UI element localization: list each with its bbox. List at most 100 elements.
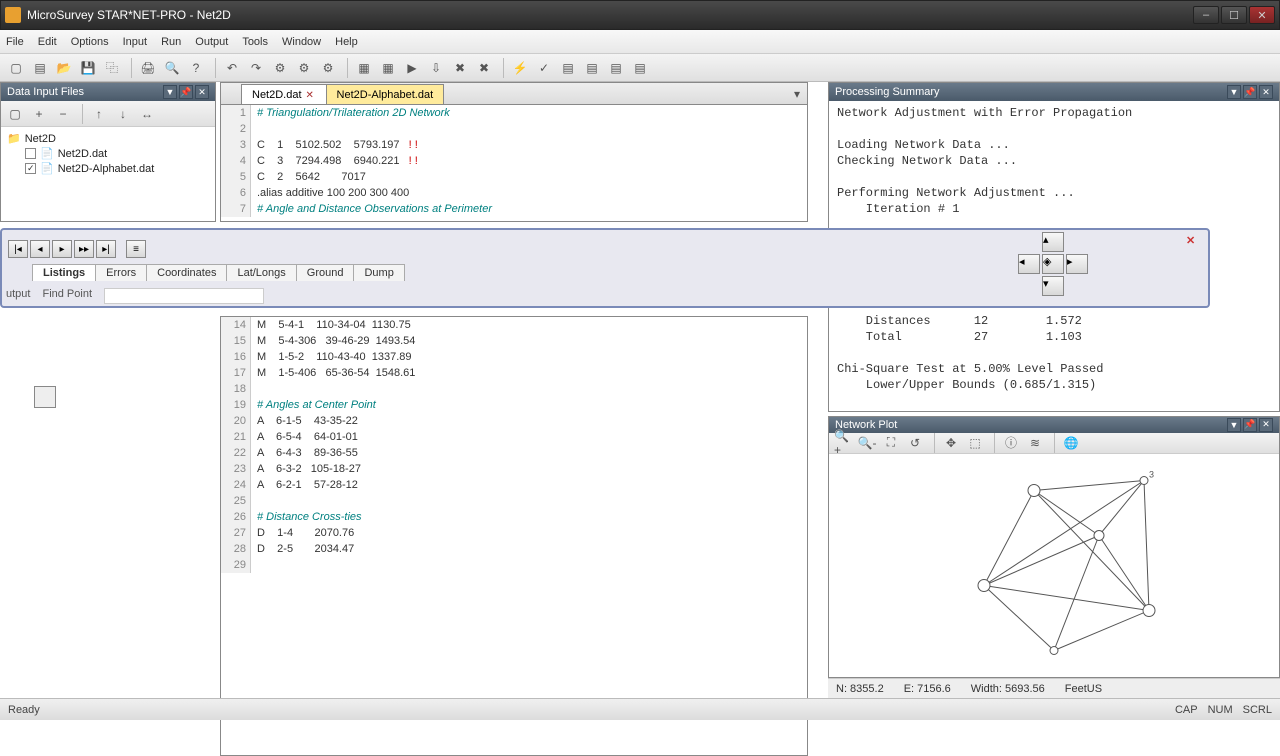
nav-up-icon[interactable]: ▴ (1042, 232, 1064, 252)
copy-icon[interactable]: ⿻ (102, 58, 122, 78)
netplot-menu-icon[interactable]: ▼ (1227, 418, 1241, 432)
help-icon[interactable]: ? (186, 58, 206, 78)
zoom-out-icon[interactable]: 🔍- (857, 433, 877, 453)
dif-up-icon[interactable]: ↑ (89, 104, 109, 124)
dif-del-icon[interactable]: − (53, 104, 73, 124)
net-icon[interactable]: ▦ (354, 58, 374, 78)
file-tree[interactable]: 📁Net2D 📄Net2D.dat📄Net2D-Alphabet.dat (1, 127, 215, 180)
panel-menu-icon[interactable]: ▼ (163, 85, 177, 99)
tool2-icon[interactable]: ⚙ (294, 58, 314, 78)
cancel-icon[interactable]: ✖ (450, 58, 470, 78)
netplot-pin-icon[interactable]: 📌 (1243, 418, 1257, 432)
menu-edit[interactable]: Edit (38, 36, 57, 48)
lower-tab-latlongs[interactable]: Lat/Longs (226, 264, 296, 281)
lower-tab-errors[interactable]: Errors (95, 264, 147, 281)
open-icon[interactable]: 📂 (54, 58, 74, 78)
new2-icon[interactable]: ▤ (30, 58, 50, 78)
undo-icon[interactable]: ↶ (222, 58, 242, 78)
summary-pin-icon[interactable]: 📌 (1243, 85, 1257, 99)
zoom-prev-icon[interactable]: ↺ (905, 433, 925, 453)
tabs-dropdown-icon[interactable]: ▾ (787, 84, 807, 104)
tool-icon[interactable]: ⚙ (270, 58, 290, 78)
maximize-button[interactable]: ☐ (1221, 6, 1247, 24)
run-icon[interactable]: ▶ (402, 58, 422, 78)
floating-output-window[interactable]: ▴ ◂◈▸ ▾ ✕ |◂ ◂ ▸ ▸▸ ▸| ≡ ListingsErrorsC… (0, 228, 1210, 308)
lower-tab-dump[interactable]: Dump (353, 264, 404, 281)
find-point-label: Find Point (42, 288, 92, 304)
netplot-close-icon[interactable]: ✕ (1259, 418, 1273, 432)
tab-close-icon[interactable]: ✕ (306, 90, 316, 100)
menu-window[interactable]: Window (282, 36, 321, 48)
dif-new-icon[interactable]: ▢ (5, 104, 25, 124)
check-icon[interactable]: ✓ (534, 58, 554, 78)
zoom-in-icon[interactable]: 🔍+ (833, 433, 853, 453)
tab-alphabet[interactable]: Net2D-Alphabet.dat (326, 84, 445, 104)
bolt-icon[interactable]: ⚡ (510, 58, 530, 78)
status-u: FeetUS (1065, 683, 1102, 695)
find-point-input[interactable] (104, 288, 264, 304)
step-back-icon[interactable]: ◂ (30, 240, 50, 258)
select-icon[interactable]: ⬚ (965, 433, 985, 453)
lower-tab-listings[interactable]: Listings (32, 264, 96, 281)
zoom-fit-icon[interactable]: ⛶ (881, 433, 901, 453)
net2-icon[interactable]: ▦ (378, 58, 398, 78)
float-close-icon[interactable]: ✕ (1186, 234, 1202, 250)
summary-close-icon[interactable]: ✕ (1259, 85, 1273, 99)
layer-icon[interactable]: ≋ (1025, 433, 1045, 453)
export-icon[interactable]: ⇩ (426, 58, 446, 78)
dif-x-icon[interactable]: ↔ (137, 104, 157, 124)
menu-output[interactable]: Output (195, 36, 228, 48)
cancel2-icon[interactable]: ✖ (474, 58, 494, 78)
fwd-end-icon[interactable]: ▸| (96, 240, 116, 258)
panel-pin-icon[interactable]: 📌 (179, 85, 193, 99)
page3-icon[interactable]: ▤ (606, 58, 626, 78)
new-icon[interactable]: ▢ (6, 58, 26, 78)
page1-icon[interactable]: ▤ (558, 58, 578, 78)
tree-file[interactable]: 📄Net2D.dat (25, 146, 209, 161)
menu-tools[interactable]: Tools (242, 36, 268, 48)
pan-icon[interactable]: ✥ (941, 433, 961, 453)
status-bar: Ready CAP NUM SCRL (0, 698, 1280, 720)
checkbox-icon[interactable] (25, 163, 36, 174)
lower-tab-ground[interactable]: Ground (296, 264, 355, 281)
play-icon[interactable]: ▸ (52, 240, 72, 258)
menu-help[interactable]: Help (335, 36, 358, 48)
tool3-icon[interactable]: ⚙ (318, 58, 338, 78)
nav-center-icon[interactable]: ◈ (1042, 254, 1064, 274)
folder-icon: 📁 (7, 132, 21, 145)
page2-icon[interactable]: ▤ (582, 58, 602, 78)
summary-menu-icon[interactable]: ▼ (1227, 85, 1241, 99)
print-icon[interactable]: 🖨 (138, 58, 158, 78)
list-icon[interactable]: ≡ (126, 240, 146, 258)
tree-file[interactable]: 📄Net2D-Alphabet.dat (25, 161, 209, 176)
tree-root[interactable]: 📁Net2D (7, 131, 209, 146)
collapsed-sidebar-tab[interactable] (34, 386, 56, 408)
step-fwd-icon[interactable]: ▸▸ (74, 240, 94, 258)
code-editor-upper[interactable]: 1234567 # Triangulation/Trilateration 2D… (221, 105, 807, 221)
close-button[interactable]: ✕ (1249, 6, 1275, 24)
panel-close-icon[interactable]: ✕ (195, 85, 209, 99)
info-icon[interactable]: ⓘ (1001, 433, 1021, 453)
dif-add-icon[interactable]: + (29, 104, 49, 124)
plot-status-bar: N: 8355.2 E: 7156.6 Width: 5693.56 FeetU… (828, 678, 1280, 698)
nav-grid: ▴ ◂◈▸ ▾ (1018, 232, 1088, 296)
page4-icon[interactable]: ▤ (630, 58, 650, 78)
save-icon[interactable]: 💾 (78, 58, 98, 78)
menu-file[interactable]: File (6, 36, 24, 48)
lower-tab-coordinates[interactable]: Coordinates (146, 264, 227, 281)
checkbox-icon[interactable] (25, 148, 36, 159)
preview-icon[interactable]: 🔍 (162, 58, 182, 78)
minimize-button[interactable]: – (1193, 6, 1219, 24)
rewind-icon[interactable]: |◂ (8, 240, 28, 258)
code-editor-lower[interactable]: 14151617181920212223242526272829 M 5-4-1… (221, 317, 807, 755)
nav-right-icon[interactable]: ▸ (1066, 254, 1088, 274)
globe-icon[interactable]: 🌐 (1061, 433, 1081, 453)
tab-net2d[interactable]: Net2D.dat ✕ (241, 84, 327, 104)
menu-options[interactable]: Options (71, 36, 109, 48)
nav-left-icon[interactable]: ◂ (1018, 254, 1040, 274)
network-plot[interactable]: 3 (829, 454, 1279, 677)
menu-input[interactable]: Input (123, 36, 147, 48)
redo-icon[interactable]: ↷ (246, 58, 266, 78)
menu-run[interactable]: Run (161, 36, 181, 48)
dif-down-icon[interactable]: ↓ (113, 104, 133, 124)
